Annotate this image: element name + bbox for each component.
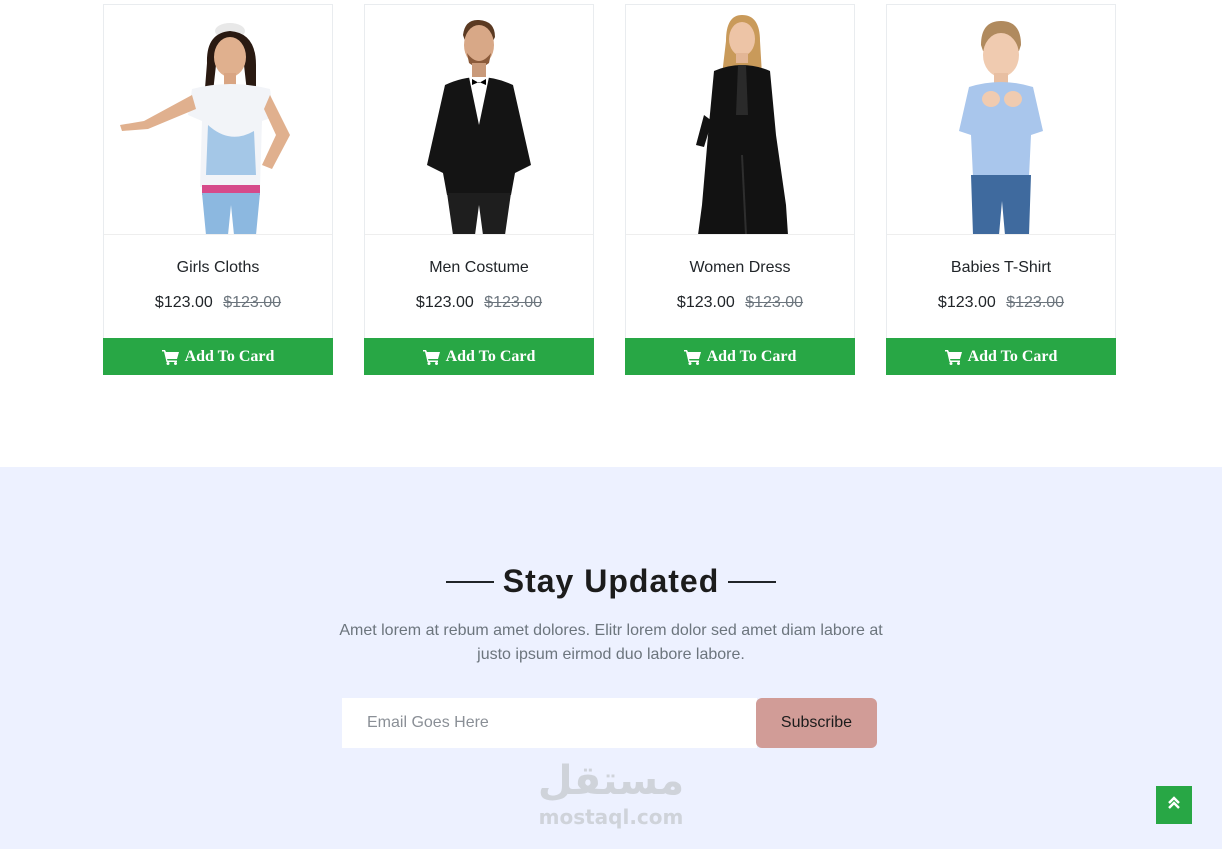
product-old-price: $123.00 <box>223 294 282 311</box>
product-price: $123.00 <box>415 294 474 311</box>
watermark-latin: mostaql.com <box>538 805 684 829</box>
product-prices: $123.00 $123.00 <box>104 294 332 312</box>
email-input[interactable] <box>342 698 757 748</box>
newsletter-heading: Stay Updated <box>0 563 1222 600</box>
watermark-arabic: مستقل <box>537 758 685 804</box>
product-name[interactable]: Girls Cloths <box>104 259 332 277</box>
product-card: Girls Cloths $123.00 $123.00 Add To Card <box>103 4 333 375</box>
cart-icon <box>683 349 702 365</box>
product-prices: $123.00 $123.00 <box>365 294 593 312</box>
add-to-cart-label: Add To Card <box>706 347 797 365</box>
product-old-price: $123.00 <box>745 294 804 311</box>
product-price: $123.00 <box>937 294 996 311</box>
product-name[interactable]: Men Costume <box>365 259 593 277</box>
products-section: Girls Cloths $123.00 $123.00 Add To Card <box>0 0 1222 467</box>
double-chevron-up-icon <box>1168 795 1180 815</box>
product-card: Men Costume $123.00 $123.00 Add To Card <box>364 4 594 375</box>
product-price: $123.00 <box>154 294 213 311</box>
cart-icon <box>161 349 180 365</box>
mostaql-watermark: مستقل mostaql.com <box>536 757 686 827</box>
product-name[interactable]: Women Dress <box>626 259 854 277</box>
cart-icon <box>944 349 963 365</box>
heading-divider-left <box>445 580 494 583</box>
product-prices: $123.00 $123.00 <box>887 294 1115 312</box>
subscribe-button[interactable]: Subscribe <box>756 698 877 748</box>
product-old-price: $123.00 <box>484 294 543 311</box>
product-card: Women Dress $123.00 $123.00 Add To Card <box>625 4 855 375</box>
add-to-cart-label: Add To Card <box>184 347 275 365</box>
product-card: Babies T-Shirt $123.00 $123.00 Add To Ca… <box>886 4 1116 375</box>
woman-figure-image <box>626 5 854 234</box>
product-name[interactable]: Babies T-Shirt <box>887 259 1115 277</box>
newsletter-title: Stay Updated <box>502 563 720 599</box>
newsletter-description: Amet lorem at rebum amet dolores. Elitr … <box>339 622 883 663</box>
back-to-top-button[interactable] <box>1156 786 1192 824</box>
add-to-cart-label: Add To Card <box>445 347 536 365</box>
product-image[interactable] <box>104 5 332 235</box>
man-figure-image <box>365 5 593 234</box>
add-to-cart-button[interactable]: Add To Card <box>886 338 1116 375</box>
product-old-price: $123.00 <box>1006 294 1065 311</box>
add-to-cart-button[interactable]: Add To Card <box>625 338 855 375</box>
subscribe-form: Subscribe <box>342 698 877 748</box>
boy-figure-image <box>887 5 1115 234</box>
cart-icon <box>422 349 441 365</box>
girl-figure-image <box>104 5 332 234</box>
product-image[interactable] <box>626 5 854 235</box>
product-price: $123.00 <box>676 294 735 311</box>
add-to-cart-button[interactable]: Add To Card <box>103 338 333 375</box>
product-image[interactable] <box>887 5 1115 235</box>
product-image[interactable] <box>365 5 593 235</box>
add-to-cart-label: Add To Card <box>967 347 1058 365</box>
product-prices: $123.00 $123.00 <box>626 294 854 312</box>
heading-divider-right <box>728 580 777 583</box>
add-to-cart-button[interactable]: Add To Card <box>364 338 594 375</box>
